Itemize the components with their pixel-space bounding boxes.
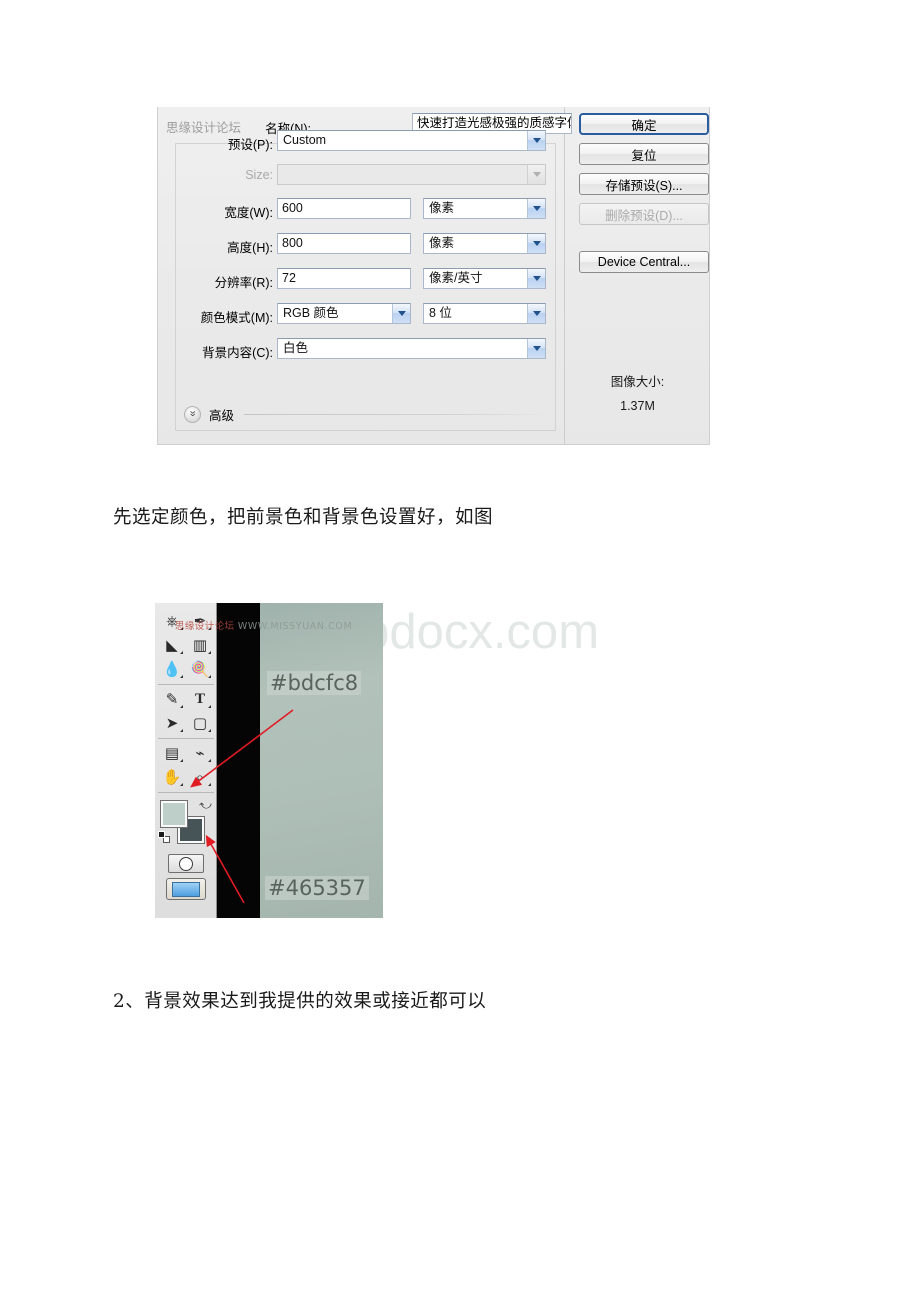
colordepth-select[interactable]: 8 位 xyxy=(423,303,546,324)
height-input[interactable]: 800 xyxy=(277,233,411,254)
photoshop-screenshot: ⎈ ✒ ◣ ▥ 💧 🍭 ✎ T ➤ ▢ ▤ ⌁ ✋ ⌕ ⤻ #bdcfc8 #4… xyxy=(155,603,383,918)
image-size-value: 1.37M xyxy=(620,399,655,413)
width-unit-value: 像素 xyxy=(429,201,455,215)
quick-mask-toggle-icon[interactable] xyxy=(168,854,204,873)
chevron-down-icon[interactable] xyxy=(392,304,410,323)
eraser-tool-icon[interactable]: ◣ xyxy=(158,633,186,657)
chevron-double-down-icon[interactable] xyxy=(184,405,201,423)
width-row: 宽度(W): 600 像素 xyxy=(176,198,555,222)
ok-button[interactable]: 确定 xyxy=(579,113,709,135)
zoom-tool-icon[interactable]: ⌕ xyxy=(186,765,214,789)
resolution-unit-select[interactable]: 像素/英寸 xyxy=(423,268,546,289)
chevron-down-icon[interactable] xyxy=(527,339,545,358)
type-tool-icon[interactable]: T xyxy=(186,687,214,711)
resolution-label: 分辨率(R): xyxy=(214,276,273,290)
tool-group-utility: ▤ ⌁ ✋ ⌕ xyxy=(158,739,214,793)
colormode-value: RGB 颜色 xyxy=(283,306,339,320)
chevron-down-icon[interactable] xyxy=(527,304,545,323)
height-row: 高度(H): 800 像素 xyxy=(176,233,555,257)
photoshop-toolbar: ⎈ ✒ ◣ ▥ 💧 🍭 ✎ T ➤ ▢ ▤ ⌁ ✋ ⌕ ⤻ xyxy=(155,603,217,918)
colordepth-value: 8 位 xyxy=(429,306,452,320)
foreground-color-swatch[interactable] xyxy=(160,800,188,828)
resolution-row: 分辨率(R): 72 像素/英寸 xyxy=(176,268,555,292)
swap-colors-icon[interactable]: ⤻ xyxy=(199,798,212,813)
size-row: Size: xyxy=(176,164,555,188)
size-select xyxy=(277,164,546,185)
new-document-dialog: 名称(N): 快速打造光感极强的质感字体 预设(P): Custom Size: xyxy=(157,107,710,445)
resolution-input[interactable]: 72 xyxy=(277,268,411,289)
blur-tool-icon[interactable]: 💧 xyxy=(158,657,186,681)
path-selection-tool-icon[interactable]: ➤ xyxy=(158,711,186,735)
chevron-down-icon[interactable] xyxy=(527,199,545,218)
size-label: Size: xyxy=(245,168,273,182)
notes-tool-icon[interactable]: ▤ xyxy=(158,741,186,765)
image-size-label: 图像大小: xyxy=(610,375,665,389)
device-central-button[interactable]: Device Central... xyxy=(579,251,709,273)
advanced-disclosure[interactable]: 高级 xyxy=(184,404,548,424)
height-unit-value: 像素 xyxy=(429,236,455,250)
background-value: 白色 xyxy=(283,341,309,355)
colormode-label: 颜色模式(M): xyxy=(200,311,273,325)
hand-tool-icon[interactable]: ✋ xyxy=(158,765,186,789)
chevron-down-icon[interactable] xyxy=(527,269,545,288)
reset-button[interactable]: 复位 xyxy=(579,143,709,165)
foreground-hex-label: #bdcfc8 xyxy=(267,671,362,695)
advanced-divider xyxy=(244,413,548,415)
preset-row: 预设(P): Custom xyxy=(176,130,555,154)
photoshop-workspace-gap xyxy=(218,603,260,918)
photoshop-canvas xyxy=(260,603,383,918)
paragraph-second: 2、背景效果达到我提供的效果或接近都可以 xyxy=(113,991,487,1012)
delete-preset-button: 删除预设(D)... xyxy=(579,203,709,225)
advanced-label: 高级 xyxy=(209,408,235,423)
chevron-down-icon-disabled xyxy=(527,165,545,184)
background-hex-label: #465357 xyxy=(265,876,369,900)
eyedropper-tool-icon[interactable]: ⌁ xyxy=(186,741,214,765)
gradient-tool-icon[interactable]: ▥ xyxy=(186,633,214,657)
background-label: 背景内容(C): xyxy=(202,346,273,360)
screenshot-site-url: WWW.MISSYUAN.COM xyxy=(237,621,353,632)
shape-tool-icon[interactable]: ▢ xyxy=(186,711,214,735)
save-preset-button[interactable]: 存储预设(S)... xyxy=(579,173,709,195)
resolution-unit-value: 像素/英寸 xyxy=(429,271,483,285)
colormode-select[interactable]: RGB 颜色 xyxy=(277,303,411,324)
width-unit-select[interactable]: 像素 xyxy=(423,198,546,219)
height-unit-select[interactable]: 像素 xyxy=(423,233,546,254)
settings-groupbox: 预设(P): Custom Size: 宽度(W): 600 像素 高度(H):… xyxy=(175,130,556,431)
preset-select[interactable]: Custom xyxy=(277,130,546,151)
screenshot-forum-name: 思缘设计论坛 xyxy=(175,621,235,632)
width-label: 宽度(W): xyxy=(224,206,273,220)
chevron-down-icon[interactable] xyxy=(527,234,545,253)
tool-group-vector: ✎ T ➤ ▢ xyxy=(158,685,214,739)
preset-label: 预设(P): xyxy=(227,138,273,152)
colormode-row: 颜色模式(M): RGB 颜色 8 位 xyxy=(176,303,555,327)
default-colors-icon[interactable] xyxy=(158,831,170,843)
dodge-tool-icon[interactable]: 🍭 xyxy=(186,657,214,681)
dialog-right-pane: 确定 复位 存储预设(S)... 删除预设(D)... Device Centr… xyxy=(566,107,709,444)
height-label: 高度(H): xyxy=(227,241,273,255)
background-select[interactable]: 白色 xyxy=(277,338,546,359)
paragraph-first: 先选定颜色，把前景色和背景色设置好，如图 xyxy=(113,507,494,528)
dialog-left-pane: 名称(N): 快速打造光感极强的质感字体 预设(P): Custom Size: xyxy=(158,107,572,444)
chevron-down-icon[interactable] xyxy=(527,131,545,150)
width-input[interactable]: 600 xyxy=(277,198,411,219)
screen-mode-icon[interactable] xyxy=(166,878,206,900)
preset-value: Custom xyxy=(283,133,327,147)
screenshot-forum-watermark: 思缘设计论坛 WWW.MISSYUAN.COM xyxy=(175,618,352,632)
pen-tool-icon[interactable]: ✎ xyxy=(158,687,186,711)
background-row: 背景内容(C): 白色 xyxy=(176,338,555,362)
color-swatches: ⤻ xyxy=(158,797,214,849)
